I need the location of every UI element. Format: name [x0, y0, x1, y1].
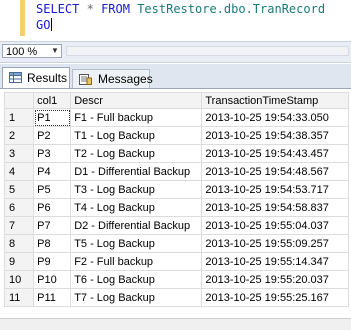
cell-timestamp[interactable]: 2013-10-25 19:55:25.167	[201, 288, 349, 307]
chevron-down-icon[interactable]: ▼	[49, 45, 61, 57]
cell-col1[interactable]: P5	[33, 180, 72, 199]
row-number[interactable]: 3	[3, 144, 35, 163]
row-number[interactable]: 2	[3, 126, 35, 145]
row-number[interactable]: 5	[3, 180, 35, 199]
row-number-header[interactable]	[3, 92, 35, 109]
cell-descr[interactable]: T2 - Log Backup	[70, 144, 203, 163]
cell-descr[interactable]: T4 - Log Backup	[70, 198, 203, 217]
table-name: TestRestore.dbo.TranRecord	[137, 2, 326, 16]
grid-icon	[9, 72, 22, 83]
cell-descr[interactable]: T6 - Log Backup	[70, 270, 203, 289]
row-number[interactable]: 7	[3, 216, 35, 235]
messages-icon	[79, 74, 92, 85]
column-header-descr[interactable]: Descr	[70, 92, 203, 109]
keyword-from: FROM	[101, 2, 130, 16]
cell-col1[interactable]: P2	[33, 126, 72, 145]
results-tabstrip: Results Messages	[0, 64, 351, 89]
cell-descr[interactable]: T3 - Log Backup	[70, 180, 203, 199]
zoom-dropdown[interactable]: 100 % ▼	[2, 44, 62, 58]
table-row[interactable]: 7 P7 D2 - Differential Backup 2013-10-25…	[3, 216, 349, 235]
table-row[interactable]: 10 P10 T6 - Log Backup 2013-10-25 19:55:…	[3, 270, 349, 289]
table-row[interactable]: 8 P8 T5 - Log Backup 2013-10-25 19:55:09…	[3, 234, 349, 253]
query-editor[interactable]: SELECT * FROM TestRestore.dbo.TranRecord…	[0, 0, 351, 38]
code-line-1: SELECT * FROM TestRestore.dbo.TranRecord	[36, 2, 325, 16]
cell-timestamp[interactable]: 2013-10-25 19:55:09.257	[201, 234, 349, 253]
code-line-2: GO	[36, 18, 53, 32]
horizontal-scrollbar[interactable]	[66, 46, 349, 56]
cell-col1[interactable]: P9	[33, 252, 72, 271]
cell-timestamp[interactable]: 2013-10-25 19:55:14.347	[201, 252, 349, 271]
row-number[interactable]: 4	[3, 162, 35, 181]
results-grid[interactable]: col1 Descr TransactionTimeStamp 1 P1 F1 …	[3, 92, 349, 307]
table-row[interactable]: 5 P5 T3 - Log Backup 2013-10-25 19:54:53…	[3, 180, 349, 199]
table-row[interactable]: 4 P4 D1 - Differential Backup 2013-10-25…	[3, 162, 349, 181]
row-number[interactable]: 1	[3, 108, 35, 127]
cell-col1[interactable]: P7	[33, 216, 72, 235]
table-row[interactable]: 11 P11 T7 - Log Backup 2013-10-25 19:55:…	[3, 288, 349, 307]
table-row[interactable]: 6 P6 T4 - Log Backup 2013-10-25 19:54:58…	[3, 198, 349, 217]
cell-descr[interactable]: F2 - Full backup	[70, 252, 203, 271]
tab-messages-label: Messages	[98, 72, 153, 86]
zoom-bar: 100 % ▼	[0, 41, 351, 63]
cell-timestamp[interactable]: 2013-10-25 19:54:33.050	[201, 108, 349, 127]
cell-col1[interactable]: P8	[33, 234, 72, 253]
cell-descr[interactable]: F1 - Full backup	[70, 108, 203, 127]
cell-col1[interactable]: P4	[33, 162, 72, 181]
cell-col1[interactable]: P3	[33, 144, 72, 163]
cell-descr[interactable]: D1 - Differential Backup	[70, 162, 203, 181]
cell-timestamp[interactable]: 2013-10-25 19:54:48.567	[201, 162, 349, 181]
column-header-transaction-timestamp[interactable]: TransactionTimeStamp	[201, 92, 349, 109]
grid-header-row: col1 Descr TransactionTimeStamp	[3, 92, 349, 109]
cell-timestamp[interactable]: 2013-10-25 19:54:53.717	[201, 180, 349, 199]
table-row[interactable]: 9 P9 F2 - Full backup 2013-10-25 19:55:1…	[3, 252, 349, 271]
row-number[interactable]: 9	[3, 252, 35, 271]
cell-timestamp[interactable]: 2013-10-25 19:54:58.837	[201, 198, 349, 217]
cell-timestamp[interactable]: 2013-10-25 19:55:04.037	[201, 216, 349, 235]
row-number[interactable]: 8	[3, 234, 35, 253]
tab-messages[interactable]: Messages	[72, 69, 153, 88]
cell-descr[interactable]: T5 - Log Backup	[70, 234, 203, 253]
row-number[interactable]: 11	[3, 288, 35, 307]
cell-descr[interactable]: T1 - Log Backup	[70, 126, 203, 145]
cell-col1[interactable]: P1	[33, 108, 72, 127]
cell-col1[interactable]: P6	[33, 198, 72, 217]
row-number[interactable]: 6	[3, 198, 35, 217]
table-row[interactable]: 2 P2 T1 - Log Backup 2013-10-25 19:54:38…	[3, 126, 349, 145]
text-caret	[51, 18, 53, 31]
zoom-value: 100 %	[6, 46, 38, 58]
row-number[interactable]: 10	[3, 270, 35, 289]
column-header-col1[interactable]: col1	[33, 92, 72, 109]
cell-timestamp[interactable]: 2013-10-25 19:54:43.457	[201, 144, 349, 163]
cell-descr[interactable]: T7 - Log Backup	[70, 288, 203, 307]
tab-results-label: Results	[27, 71, 68, 85]
cell-timestamp[interactable]: 2013-10-25 19:54:38.357	[201, 126, 349, 145]
table-row[interactable]: 3 P3 T2 - Log Backup 2013-10-25 19:54:43…	[3, 144, 349, 163]
cell-descr[interactable]: D2 - Differential Backup	[70, 216, 203, 235]
status-strip	[0, 318, 351, 330]
cell-timestamp[interactable]: 2013-10-25 19:55:20.037	[201, 270, 349, 289]
keyword-go: GO	[36, 18, 51, 32]
keyword-select: SELECT	[36, 2, 80, 16]
table-row[interactable]: 1 P1 F1 - Full backup 2013-10-25 19:54:3…	[3, 108, 349, 127]
change-marker	[20, 0, 25, 36]
tab-results[interactable]: Results	[2, 67, 70, 88]
cell-col1[interactable]: P10	[33, 270, 72, 289]
cell-col1[interactable]: P11	[33, 288, 72, 307]
operator-star: *	[86, 2, 94, 16]
